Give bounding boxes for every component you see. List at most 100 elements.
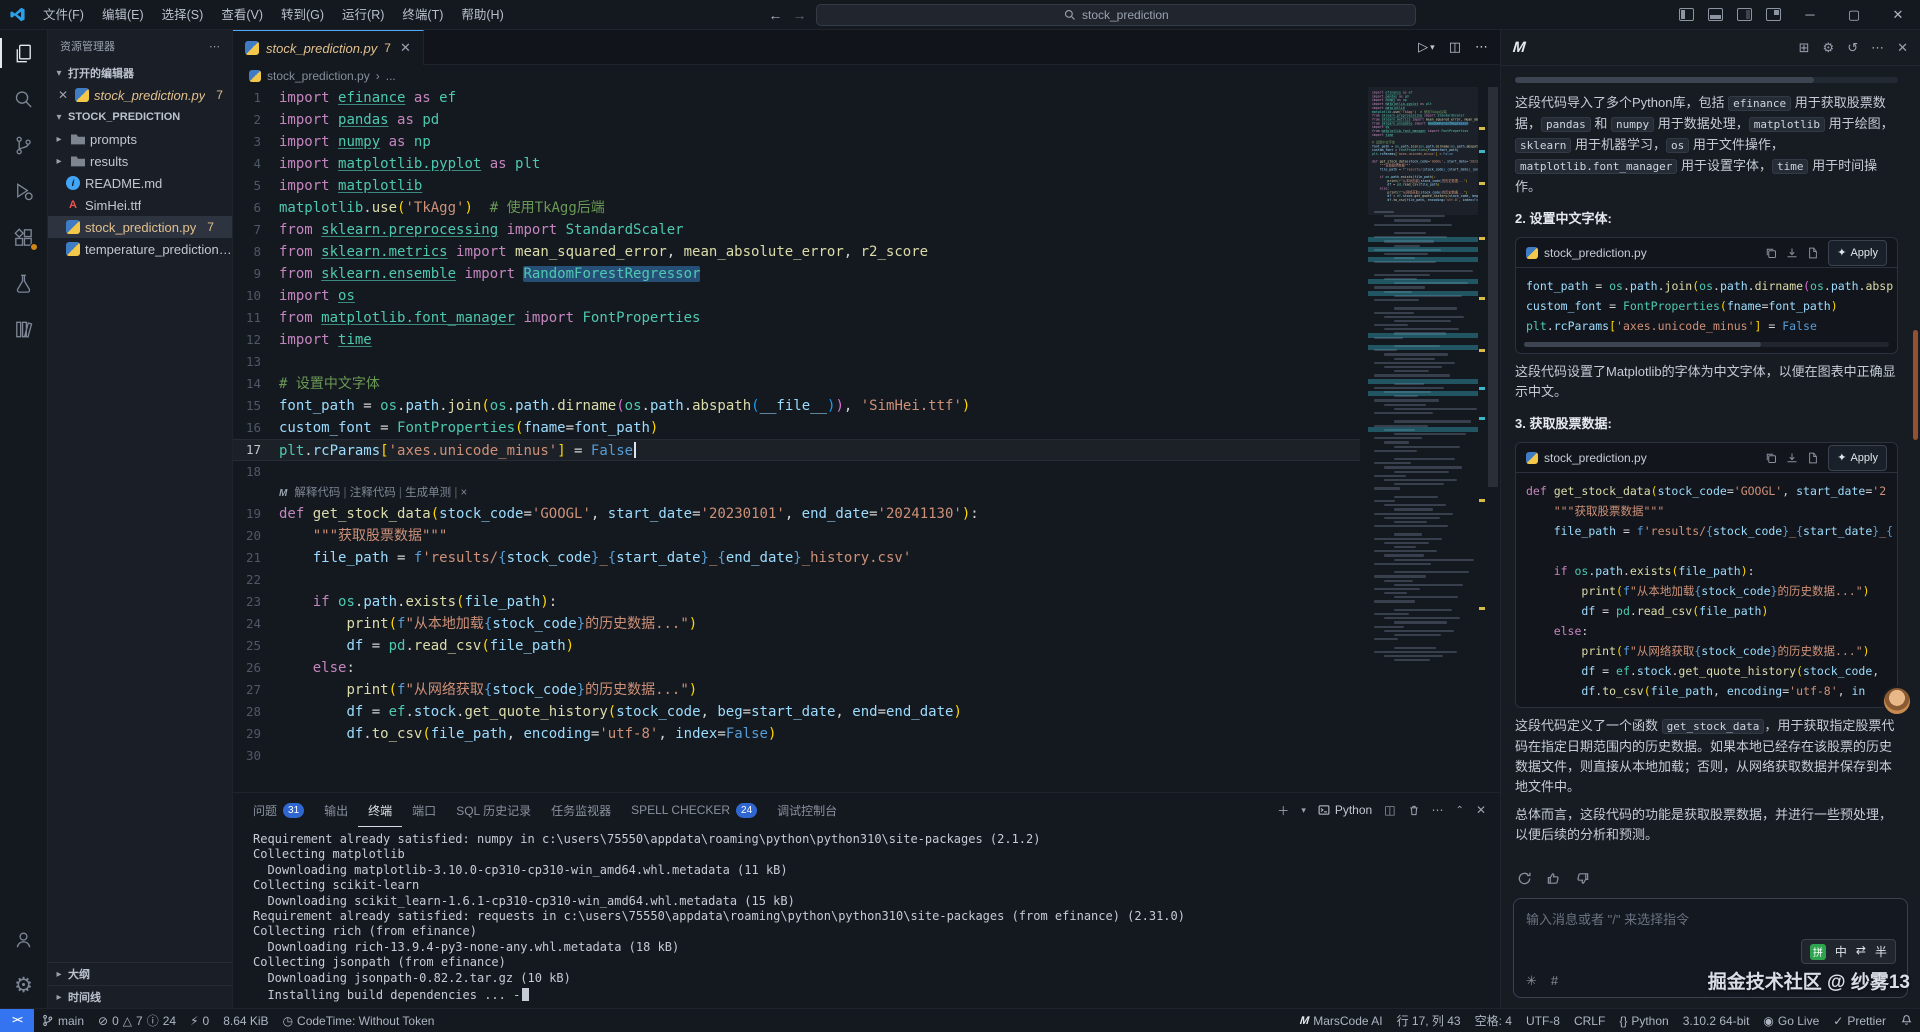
minimap-slider[interactable]	[1368, 87, 1478, 215]
source-control-icon[interactable]	[0, 122, 48, 168]
toggle-panel-icon[interactable]	[1708, 8, 1723, 21]
apply-button[interactable]: ✦Apply	[1828, 445, 1887, 471]
insert-code-icon[interactable]	[1786, 452, 1798, 464]
encoding[interactable]: UTF-8	[1519, 1009, 1567, 1032]
ai-settings-gear-icon[interactable]: ⚙	[1823, 40, 1835, 56]
new-file-icon[interactable]	[1807, 247, 1819, 259]
regenerate-icon[interactable]	[1517, 871, 1532, 886]
line-content[interactable]: if os.path.exists(file_path):	[279, 591, 1360, 613]
outline-section[interactable]: ▸ 大纲	[48, 962, 232, 985]
copy-icon[interactable]	[1765, 452, 1777, 464]
docs-library-icon[interactable]	[0, 306, 48, 352]
card-scrollbar[interactable]	[1524, 342, 1889, 347]
git-branch[interactable]: main	[34, 1009, 91, 1032]
problems-indicator[interactable]: ⊘0 △7 ⓘ24	[91, 1009, 183, 1032]
menubar-item-0[interactable]: 文件(F)	[34, 0, 93, 30]
close-icon[interactable]: ✕	[56, 88, 70, 102]
marscode-status[interactable]: MMarsCode AI	[1293, 1009, 1390, 1032]
command-center-search[interactable]: stock_prediction	[816, 4, 1416, 26]
insert-code-icon[interactable]	[1786, 247, 1798, 259]
terminal-dropdown-icon[interactable]: ▾	[1301, 805, 1306, 816]
editor-more-icon[interactable]: ⋯	[1475, 39, 1488, 55]
language-mode[interactable]: {}Python	[1612, 1009, 1675, 1032]
split-terminal-icon[interactable]: ◫	[1384, 803, 1395, 817]
line-content[interactable]: import numpy as np	[279, 131, 1360, 153]
ime-item-2[interactable]: 半	[1875, 943, 1887, 960]
line-content[interactable]: plt.rcParams['axes.unicode_minus'] = Fal…	[279, 439, 1360, 461]
line-content[interactable]: else:	[279, 657, 1360, 679]
cursor-position[interactable]: 行 17, 列 43	[1390, 1009, 1468, 1032]
timeline-section[interactable]: ▸ 时间线	[48, 985, 232, 1008]
context-icon[interactable]: #	[1551, 973, 1558, 989]
account-icon[interactable]	[0, 916, 48, 962]
ai-more-icon[interactable]: ⋯	[1871, 40, 1884, 56]
minimize-button[interactable]: ─	[1788, 0, 1832, 30]
file-row[interactable]: ▸prompts	[48, 128, 232, 150]
line-content[interactable]: df.to_csv(file_path, encoding='utf-8', i…	[279, 723, 1360, 745]
prettier-status[interactable]: ✓Prettier	[1826, 1009, 1893, 1032]
new-chat-icon[interactable]: ⊞	[1799, 40, 1810, 56]
line-content[interactable]: def get_stock_data(stock_code='GOOGL', s…	[279, 503, 1360, 525]
apply-button[interactable]: ✦Apply	[1828, 240, 1887, 266]
testing-icon[interactable]	[0, 260, 48, 306]
menubar-item-6[interactable]: 终端(T)	[393, 0, 452, 30]
line-content[interactable]	[279, 461, 1360, 483]
run-python-file-button[interactable]: ▷▾	[1418, 39, 1435, 55]
tab-close-icon[interactable]: ✕	[400, 40, 411, 56]
close-panel-icon[interactable]: ✕	[1476, 803, 1486, 817]
history-icon[interactable]: ↺	[1847, 40, 1858, 56]
file-row[interactable]: iREADME.md	[48, 172, 232, 194]
panel-tab-2[interactable]: 终端	[358, 793, 402, 827]
terminal-output[interactable]: Requirement already satisfied: numpy in …	[233, 827, 1500, 1008]
line-content[interactable]: font_path = os.path.join(os.path.dirname…	[279, 395, 1360, 417]
new-file-icon[interactable]	[1807, 452, 1819, 464]
line-content[interactable]: custom_font = FontProperties(fname=font_…	[279, 417, 1360, 439]
minimap[interactable]: import efinance as efimport pandas as pd…	[1368, 87, 1478, 792]
line-content[interactable]	[279, 745, 1360, 767]
nav-forward-icon[interactable]: →	[792, 7, 806, 23]
line-content[interactable]: file_path = f'results/{stock_code}_{star…	[279, 547, 1360, 569]
chat-scrollbar[interactable]	[1913, 330, 1918, 440]
thumbs-up-icon[interactable]	[1546, 871, 1561, 886]
line-content[interactable]: import time	[279, 329, 1360, 351]
menubar-item-2[interactable]: 选择(S)	[153, 0, 213, 30]
menubar-item-1[interactable]: 编辑(E)	[93, 0, 153, 30]
skills-icon[interactable]: ✳	[1526, 973, 1537, 989]
toggle-secondary-sidebar-icon[interactable]	[1737, 8, 1752, 21]
line-content[interactable]: from sklearn.metrics import mean_squared…	[279, 241, 1360, 263]
user-avatar[interactable]	[1882, 686, 1912, 716]
horizontal-scrollbar[interactable]	[1515, 77, 1898, 83]
line-content[interactable]: matplotlib.use('TkAgg') # 使用TkAgg后端	[279, 197, 1360, 219]
panel-tab-5[interactable]: 任务监视器	[541, 793, 621, 827]
codetime-status[interactable]: ◷CodeTime: Without Token	[276, 1009, 442, 1032]
line-content[interactable]: import os	[279, 285, 1360, 307]
notifications-bell[interactable]	[1893, 1009, 1920, 1032]
open-editors-section[interactable]: ▾ 打开的编辑器	[48, 62, 232, 84]
line-content[interactable]: from matplotlib.font_manager import Font…	[279, 307, 1360, 329]
nav-back-icon[interactable]: ←	[768, 7, 782, 23]
settings-gear-icon[interactable]: ⚙	[0, 962, 48, 1008]
line-content[interactable]: # 设置中文字体	[279, 373, 1360, 395]
line-content[interactable]	[279, 351, 1360, 373]
menubar-item-7[interactable]: 帮助(H)	[452, 0, 512, 30]
line-content[interactable]: """获取股票数据"""	[279, 525, 1360, 547]
panel-tab-1[interactable]: 输出	[314, 793, 358, 827]
panel-tab-0[interactable]: 问题31	[243, 793, 314, 827]
line-content[interactable]: print(f"从本地加载{stock_code}的历史数据...")	[279, 613, 1360, 635]
eol-sequence[interactable]: CRLF	[1567, 1009, 1612, 1032]
panel-tab-4[interactable]: SQL 历史记录	[446, 793, 541, 827]
ports-indicator[interactable]: ⚡0	[183, 1009, 216, 1032]
codelens-action[interactable]: 解释代码	[294, 487, 340, 499]
ai-close-icon[interactable]: ✕	[1897, 40, 1908, 56]
run-debug-icon[interactable]	[0, 168, 48, 214]
panel-more-icon[interactable]: ⋯	[1432, 803, 1444, 817]
customize-layout-icon[interactable]	[1766, 8, 1781, 21]
ime-item-1[interactable]: ⇄	[1856, 943, 1866, 960]
line-content[interactable]: import matplotlib	[279, 175, 1360, 197]
line-content[interactable]: import efinance as ef	[279, 87, 1360, 109]
remote-indicator[interactable]: ><	[0, 1009, 34, 1032]
close-button[interactable]: ✕	[1876, 0, 1920, 30]
codelens-dismiss-icon[interactable]: ×	[461, 487, 468, 499]
new-terminal-icon[interactable]: ＋	[1277, 802, 1289, 819]
maximize-panel-icon[interactable]: ⌃	[1456, 805, 1464, 816]
